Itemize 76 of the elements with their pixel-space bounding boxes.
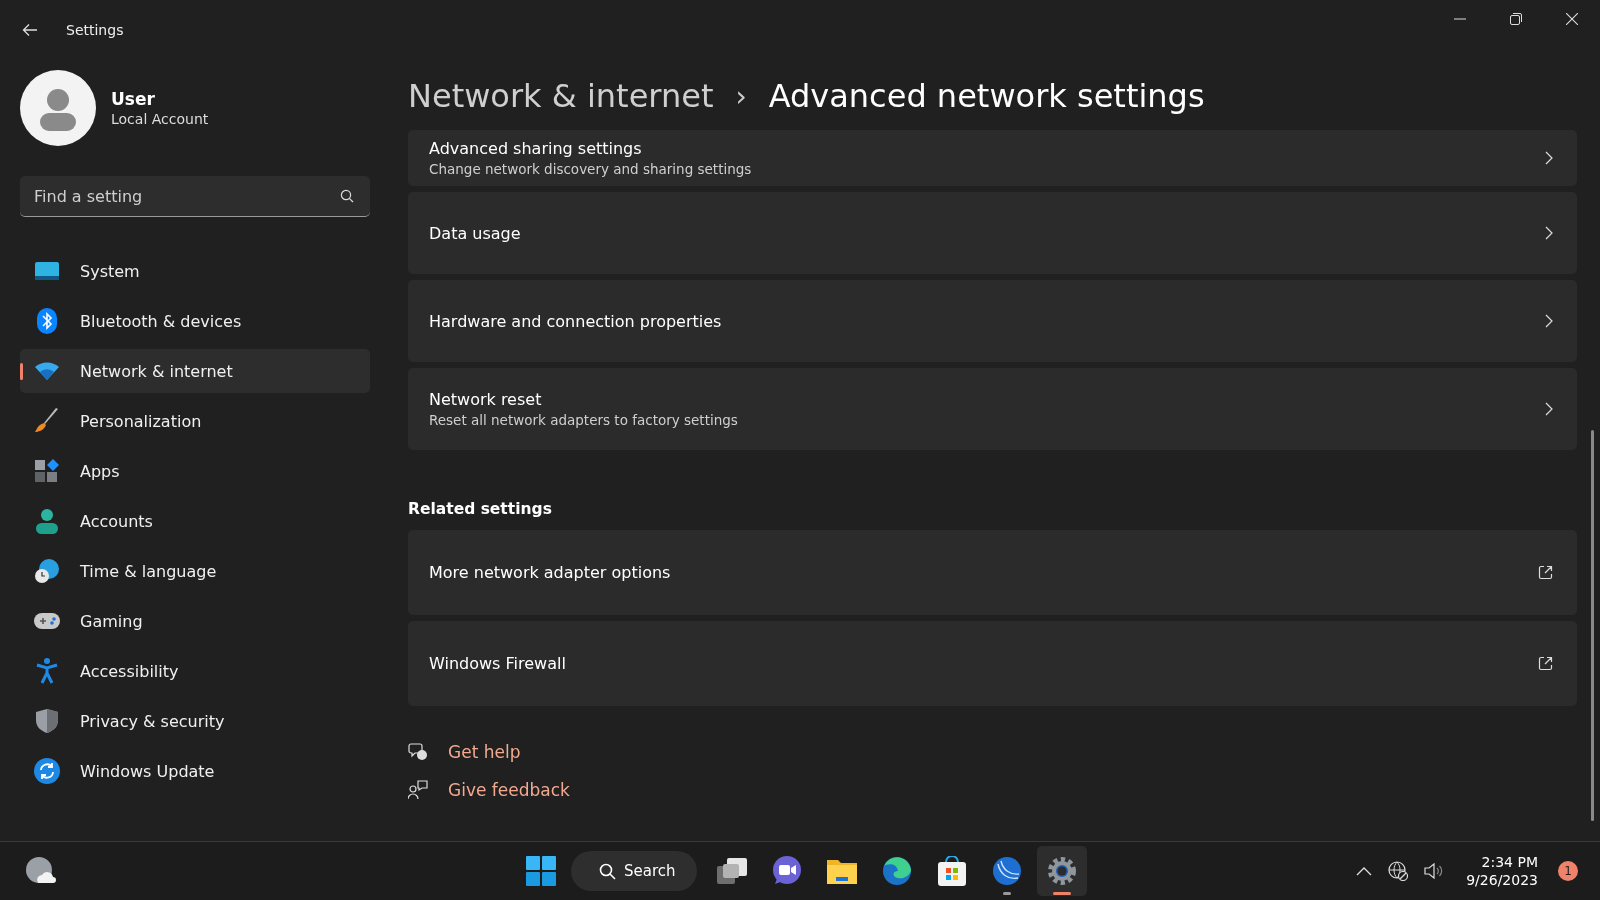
nav-item[interactable]: Personalization xyxy=(20,399,370,443)
chevron-right-icon xyxy=(1545,226,1553,240)
section-heading: Related settings xyxy=(408,500,553,518)
nav-item[interactable]: Gaming xyxy=(20,599,370,643)
taskbar-search[interactable]: Search xyxy=(571,851,697,891)
card-title: Hardware and connection properties xyxy=(429,311,722,331)
settings-card[interactable]: Advanced sharing settings Change network discovery and sharing settings xyxy=(408,130,1577,186)
sync-icon xyxy=(34,758,60,784)
globe-app-icon xyxy=(992,856,1022,886)
card-title: Data usage xyxy=(429,223,521,243)
accessibility-icon xyxy=(34,658,60,684)
nav-item[interactable]: Windows Update xyxy=(20,749,370,793)
apps-grid-icon xyxy=(34,459,60,483)
settings-card[interactable]: Network reset Reset all network adapters to factory settings xyxy=(408,368,1577,450)
nav-item[interactable]: Privacy & security xyxy=(20,699,370,743)
notification-badge[interactable]: 1 xyxy=(1558,861,1578,881)
globe-blocked-icon[interactable] xyxy=(1388,861,1409,881)
close-icon[interactable] xyxy=(1566,13,1578,25)
nav-item[interactable]: Apps xyxy=(20,449,370,493)
folder-icon xyxy=(827,858,857,884)
bluetooth-icon xyxy=(34,308,60,334)
store-bag-icon xyxy=(937,856,967,886)
settings-card[interactable]: Data usage xyxy=(408,192,1577,274)
breadcrumb-parent[interactable]: Network & internet xyxy=(408,77,714,115)
weather-icon[interactable] xyxy=(26,857,56,885)
card-description: Change network discovery and sharing settings xyxy=(429,161,752,177)
card-title: Advanced sharing settings xyxy=(429,139,643,158)
paintbrush-icon xyxy=(34,408,60,434)
card-description: Reset all network adapters to factory settings xyxy=(429,412,738,428)
card-title: More network adapter options xyxy=(429,563,671,582)
video-chat-icon xyxy=(772,856,802,886)
settings-card[interactable]: Windows Firewall xyxy=(408,621,1577,706)
chevron-up-icon[interactable] xyxy=(1356,866,1373,876)
search-field[interactable]: Find a setting xyxy=(20,176,370,217)
window-title: Settings xyxy=(66,22,124,38)
nav-item[interactable]: Accessibility xyxy=(20,649,370,693)
back-arrow-icon[interactable] xyxy=(22,23,38,37)
browser-wave-icon xyxy=(882,856,912,886)
speaker-icon[interactable] xyxy=(1424,862,1445,880)
card-title: Windows Firewall xyxy=(429,654,566,673)
external-link-icon xyxy=(1538,565,1553,580)
nav-item[interactable]: Bluetooth & devices xyxy=(20,299,370,343)
shield-icon xyxy=(34,709,60,733)
nav-item[interactable]: Network & internet xyxy=(20,349,370,393)
chevron-right-icon xyxy=(1545,402,1553,416)
clock-date[interactable]: 9/26/2023 xyxy=(1466,872,1538,888)
card-title: Network reset xyxy=(429,390,543,409)
help-link[interactable]: Give feedback xyxy=(448,780,570,800)
breadcrumb-separator: › xyxy=(735,79,747,113)
search-icon xyxy=(599,862,616,880)
monitor-icon xyxy=(34,261,60,281)
nav-item[interactable]: System xyxy=(20,249,370,293)
start-icon[interactable] xyxy=(526,856,556,886)
settings-card[interactable]: Hardware and connection properties xyxy=(408,280,1577,362)
gear-icon xyxy=(1047,856,1077,886)
external-link-icon xyxy=(1538,656,1553,671)
windows-stack-icon xyxy=(717,858,747,884)
user-name: User xyxy=(111,89,156,109)
page-title: Advanced network settings xyxy=(768,77,1205,115)
chevron-right-icon xyxy=(1545,151,1553,165)
account-type: Local Account xyxy=(111,111,209,127)
wifi-icon xyxy=(34,361,60,381)
chevron-right-icon xyxy=(1545,314,1553,328)
search-icon xyxy=(340,189,354,203)
help-link[interactable]: Get help xyxy=(448,742,521,762)
clock-time[interactable]: 2:34 PM xyxy=(1481,854,1538,870)
gamepad-icon xyxy=(34,613,60,629)
person-icon xyxy=(34,508,60,534)
globe-clock-icon xyxy=(34,558,60,584)
feedback-person-icon xyxy=(408,780,428,800)
restore-icon[interactable] xyxy=(1510,13,1522,25)
settings-card[interactable]: More network adapter options xyxy=(408,530,1577,615)
nav-item[interactable]: Time & language xyxy=(20,549,370,593)
nav-item[interactable]: Accounts xyxy=(20,499,370,543)
avatar-icon xyxy=(20,70,96,146)
help-chat-icon xyxy=(408,742,428,762)
